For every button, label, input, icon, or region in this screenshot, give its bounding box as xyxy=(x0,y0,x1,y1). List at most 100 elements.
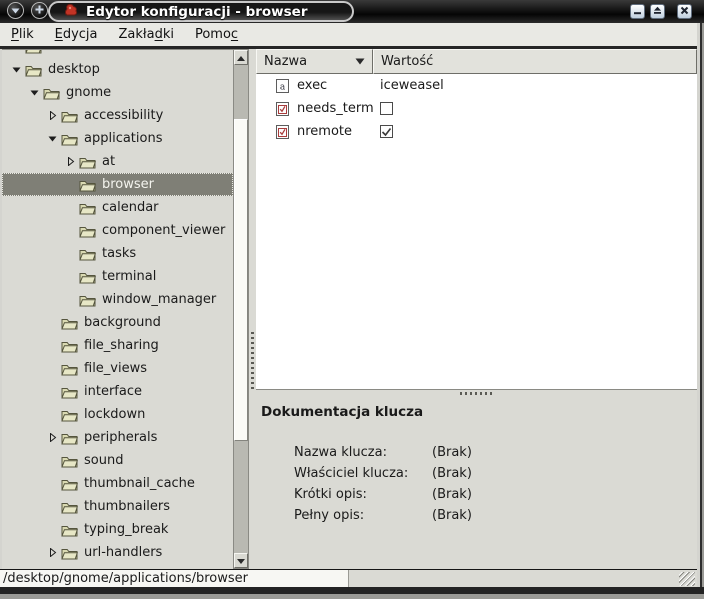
expander-spacer xyxy=(64,201,77,214)
tree-item-label: at xyxy=(102,155,115,168)
folder-icon xyxy=(79,270,96,284)
tree-item-label: thumbnailers xyxy=(84,500,170,513)
window-menu-button[interactable] xyxy=(7,2,24,19)
expander-collapsed-icon[interactable] xyxy=(46,431,59,444)
tree-item-thumbnail_cache[interactable]: thumbnail_cache xyxy=(2,472,233,495)
window-shade-button[interactable] xyxy=(31,2,48,19)
key-table-header: NazwaWartość xyxy=(256,49,697,74)
maximize-button[interactable] xyxy=(650,4,665,19)
tree-item-sound[interactable]: sound xyxy=(2,449,233,472)
expander-expanded-icon[interactable] xyxy=(28,86,41,99)
tree-item-typing_break[interactable]: typing_break xyxy=(2,518,233,541)
app-icon xyxy=(63,2,79,22)
tree-item-desktop[interactable]: desktop xyxy=(2,58,233,81)
doc-field: Krótki opis:(Brak) xyxy=(294,484,697,505)
tree-item-label: desktop xyxy=(48,63,100,76)
vertical-splitter[interactable] xyxy=(249,49,256,569)
folder-icon xyxy=(61,523,78,537)
tree-item-interface[interactable]: interface xyxy=(2,380,233,403)
doc-fields: Nazwa klucza:(Brak)Właściciel klucza:(Br… xyxy=(261,442,697,526)
tree-item-file_views[interactable]: file_views xyxy=(2,357,233,380)
expander-spacer xyxy=(64,247,77,260)
resize-grip[interactable] xyxy=(679,572,695,586)
folder-icon xyxy=(61,431,78,445)
expander-collapsed-icon[interactable] xyxy=(64,155,77,168)
gconf-editor-window: Edytor konfiguracji - browser Plik Edycja… xyxy=(0,0,704,599)
tree-item-tasks[interactable]: tasks xyxy=(2,242,233,265)
key-table-body: aexeciceweasel needs_termnremote xyxy=(256,74,697,389)
scrollbar-down-button[interactable] xyxy=(234,553,248,568)
tree-item-applications[interactable]: applications xyxy=(2,127,233,150)
tree-item-component_viewer[interactable]: component_viewer xyxy=(2,219,233,242)
tree-item-file_sharing[interactable]: file_sharing xyxy=(2,334,233,357)
column-header-nazwa[interactable]: Nazwa xyxy=(256,49,373,74)
tree-item-background[interactable]: background xyxy=(2,311,233,334)
window-bottom-border xyxy=(0,587,704,599)
expander-collapsed-icon[interactable] xyxy=(46,546,59,559)
horizontal-splitter-grip[interactable] xyxy=(460,392,494,395)
menu-edycja[interactable]: Edycja xyxy=(52,25,101,44)
menu-pomoc[interactable]: Pomoc xyxy=(192,25,241,44)
tree-item-window_manager[interactable]: window_manager xyxy=(2,288,233,311)
folder-icon xyxy=(61,500,78,514)
folder-icon xyxy=(61,339,78,353)
value-checkbox[interactable] xyxy=(380,102,393,115)
expander-expanded-icon[interactable] xyxy=(46,132,59,145)
tree-scrollbar[interactable] xyxy=(233,49,249,569)
folder-icon xyxy=(61,109,78,123)
titlebar[interactable]: Edytor konfiguracji - browser xyxy=(0,0,704,23)
string-key-icon: a xyxy=(275,78,290,94)
title-tab[interactable]: Edytor konfiguracji - browser xyxy=(48,1,354,22)
vertical-splitter-grip[interactable] xyxy=(251,332,254,390)
close-icon xyxy=(680,4,689,19)
menu-plik[interactable]: Plik xyxy=(8,25,37,44)
column-header-warto[interactable]: Wartość xyxy=(373,49,697,74)
tree-item-label: gnome xyxy=(66,86,111,99)
doc-field-label: Krótki opis: xyxy=(294,487,432,502)
doc-field-value: (Brak) xyxy=(432,487,472,502)
plus-icon xyxy=(35,3,44,18)
tree-item-browser[interactable]: browser xyxy=(2,173,233,196)
key-row-exec[interactable]: aexeciceweasel xyxy=(256,74,697,97)
tree-item-label: file_sharing xyxy=(84,339,159,352)
close-button[interactable] xyxy=(677,4,692,19)
tree-item-label: thumbnail_cache xyxy=(84,477,195,490)
tree-item-label: component_viewer xyxy=(102,224,225,237)
tree-item-clipped[interactable] xyxy=(2,49,233,58)
menu-zakadki[interactable]: Zakładki xyxy=(116,25,177,44)
tree-item-calendar[interactable]: calendar xyxy=(2,196,233,219)
expander-spacer xyxy=(64,224,77,237)
minimize-button[interactable] xyxy=(630,4,645,19)
expander-collapsed-icon[interactable] xyxy=(46,109,59,122)
doc-field-label: Pełny opis: xyxy=(294,508,432,523)
menubar: Plik Edycja Zakładki Pomoc xyxy=(0,23,697,49)
key-name: needs_term xyxy=(297,101,374,116)
expander-spacer xyxy=(46,339,59,352)
tree-item-accessibility[interactable]: accessibility xyxy=(2,104,233,127)
folder-icon xyxy=(61,385,78,399)
tree-item-url-handlers[interactable]: url-handlers xyxy=(2,541,233,564)
doc-field-value: (Brak) xyxy=(432,508,472,523)
doc-field-label: Nazwa klucza: xyxy=(294,445,432,460)
tree-item-label: file_views xyxy=(84,362,147,375)
scrollbar-thumb[interactable] xyxy=(234,119,248,441)
key-row-nremote[interactable]: nremote xyxy=(256,120,697,143)
tree-item-at[interactable]: at xyxy=(2,150,233,173)
tree-item-terminal[interactable]: terminal xyxy=(2,265,233,288)
sort-desc-icon xyxy=(355,58,365,65)
tree-item-label: terminal xyxy=(102,270,156,283)
status-path-box: /desktop/gnome/applications/browser xyxy=(0,570,349,587)
tree-item-thumbnailers[interactable]: thumbnailers xyxy=(2,495,233,518)
tree-item-peripherals[interactable]: peripherals xyxy=(2,426,233,449)
tree-item-gnome[interactable]: gnome xyxy=(2,81,233,104)
key-row-needs_term[interactable]: needs_term xyxy=(256,97,697,120)
expander-spacer xyxy=(64,293,77,306)
horizontal-splitter[interactable] xyxy=(256,389,697,396)
expander-spacer xyxy=(10,49,23,53)
tree-item-lockdown[interactable]: lockdown xyxy=(2,403,233,426)
scrollbar-up-button[interactable] xyxy=(234,50,248,65)
status-path: /desktop/gnome/applications/browser xyxy=(3,571,248,586)
value-checkbox[interactable] xyxy=(380,125,393,138)
expander-expanded-icon[interactable] xyxy=(10,63,23,76)
folder-icon xyxy=(61,477,78,491)
